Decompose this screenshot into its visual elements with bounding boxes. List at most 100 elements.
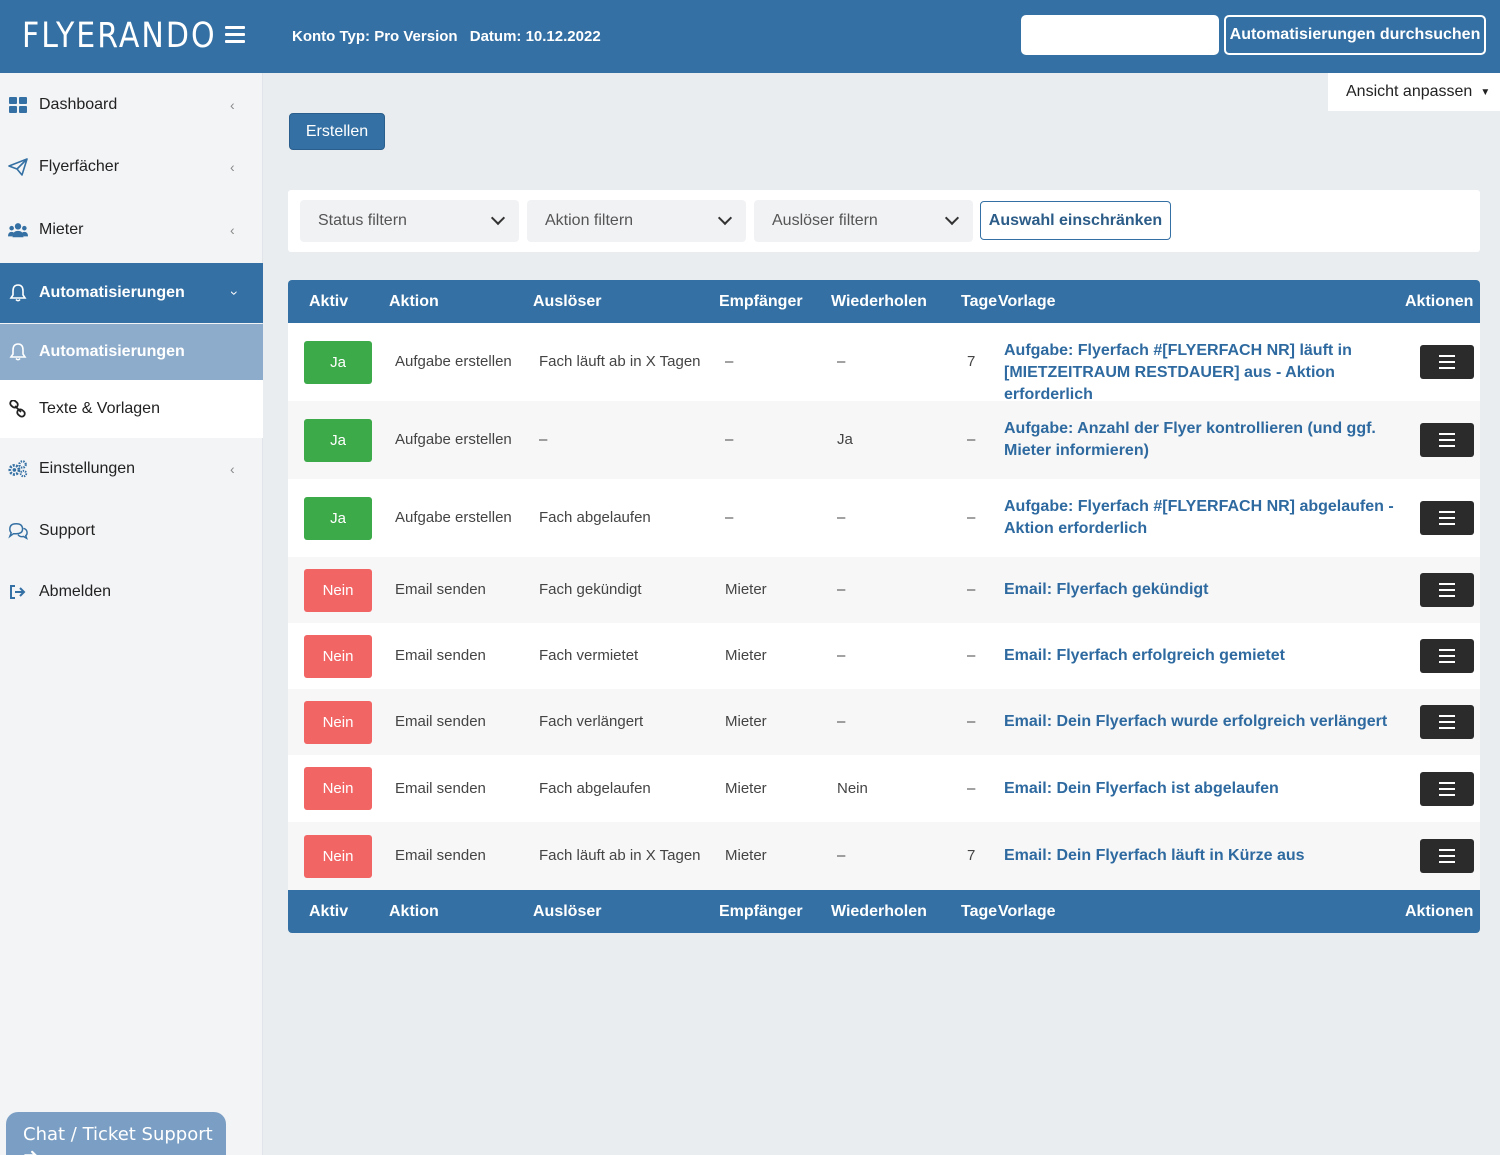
action-cell: Email senden bbox=[395, 647, 486, 664]
table-row: Ja Aufgabe erstellen Fach abgelaufen – – – Auf… bbox=[288, 479, 1480, 557]
table-header: Aktiv Aktion Auslöser Empfänger Wiederho… bbox=[288, 280, 1480, 323]
active-badge[interactable]: Nein bbox=[304, 834, 372, 878]
chevron-left-icon: ‹ bbox=[230, 159, 235, 175]
table-row: Ja Aufgabe erstellen – – Ja – Aufgabe: Anzahl … bbox=[288, 401, 1480, 479]
template-link[interactable]: Email: Dein Flyerfach läuft in Kürze aus bbox=[1004, 845, 1394, 867]
logo[interactable]: FLYERANDO bbox=[22, 16, 217, 56]
days-cell: – bbox=[967, 779, 976, 797]
template-link[interactable]: Email: Dein Flyerfach wurde erfolgreich … bbox=[1004, 711, 1394, 733]
active-badge[interactable]: Nein bbox=[304, 767, 372, 810]
sidebar-subitem-automatisierungen[interactable]: Automatisierungen bbox=[0, 324, 263, 380]
chevron-left-icon: ‹ bbox=[230, 222, 235, 238]
row-actions-menu-icon[interactable] bbox=[1420, 345, 1474, 379]
sidebar-item-label: Mieter bbox=[39, 221, 84, 238]
active-badge[interactable]: Nein bbox=[304, 700, 372, 744]
caret-down-icon: ▼ bbox=[1480, 86, 1491, 98]
sidebar-item-flyerfaecher[interactable]: Flyerfächer ‹ bbox=[0, 137, 263, 197]
template-link[interactable]: Email: Flyerfach erfolgreich gemietet bbox=[1004, 645, 1394, 667]
column-header[interactable]: Vorlage bbox=[998, 293, 1056, 311]
sidebar-item-label: Flyerfächer bbox=[39, 158, 120, 175]
column-header[interactable]: Aktion bbox=[389, 293, 439, 311]
row-actions-menu-icon[interactable] bbox=[1420, 423, 1474, 457]
search-input[interactable] bbox=[1021, 15, 1219, 55]
trigger-cell: Fach abgelaufen bbox=[539, 509, 651, 526]
table-row: Nein Email senden Fach läuft ab in X Tagen… bbox=[288, 822, 1480, 890]
table-row: Nein Email senden Fach abgelaufen Mieter Nei… bbox=[288, 755, 1480, 822]
sidebar-item-label: Dashboard bbox=[39, 96, 118, 113]
recipient-cell: – bbox=[725, 509, 734, 526]
table-row: Nein Email senden Fach vermietet Mieter – – Em… bbox=[288, 623, 1480, 689]
column-header[interactable]: Wiederholen bbox=[831, 293, 927, 311]
chevron-left-icon: ‹ bbox=[230, 97, 235, 113]
chevron-down-icon bbox=[490, 210, 506, 226]
search-button[interactable]: Automatisierungen durchsuchen bbox=[1224, 15, 1486, 55]
template-link[interactable]: Email: Dein Flyerfach ist abgelaufen bbox=[1004, 778, 1394, 800]
repeat-cell: Ja bbox=[837, 431, 853, 448]
sidebar-item-einstellungen[interactable]: Einstellungen ‹ bbox=[0, 439, 263, 499]
days-cell: – bbox=[967, 431, 976, 448]
table-row: Nein Email senden Fach verlängert Mieter – – E… bbox=[288, 689, 1480, 755]
column-footer: Empfänger bbox=[719, 903, 803, 920]
chevron-down-icon: ‹ bbox=[224, 290, 241, 296]
column-header[interactable]: Empfänger bbox=[719, 293, 803, 311]
view-adjust-dropdown[interactable]: Ansicht anpassen ▼ bbox=[1328, 73, 1500, 111]
link-icon bbox=[8, 399, 28, 419]
filter-panel: Status filtern Aktion filtern Auslöser f… bbox=[288, 190, 1480, 252]
column-footer: Aktion bbox=[389, 903, 439, 920]
chat-ticket-support-button[interactable]: Chat / Ticket Support ➜ bbox=[6, 1112, 226, 1155]
repeat-cell: – bbox=[837, 509, 846, 526]
sidebar-subitem-texte-vorlagen[interactable]: Texte & Vorlagen bbox=[0, 380, 263, 438]
template-link[interactable]: Aufgabe: Flyerfach #[FLYERFACH NR] abgel… bbox=[1004, 496, 1394, 540]
row-actions-menu-icon[interactable] bbox=[1420, 771, 1474, 806]
action-filter-select[interactable]: Aktion filtern bbox=[527, 200, 746, 242]
column-footer: Aktionen bbox=[1405, 903, 1474, 920]
recipient-cell: Mieter bbox=[725, 713, 767, 730]
action-cell: Aufgabe erstellen bbox=[395, 431, 512, 448]
repeat-cell: – bbox=[837, 713, 846, 730]
template-link[interactable]: Aufgabe: Anzahl der Flyer kontrollieren … bbox=[1004, 418, 1394, 462]
column-footer: Tage bbox=[961, 903, 998, 920]
active-badge[interactable]: Nein bbox=[304, 634, 372, 678]
dashboard-icon bbox=[8, 95, 28, 115]
days-cell: 7 bbox=[967, 847, 976, 864]
hamburger-menu-icon[interactable] bbox=[225, 26, 245, 44]
template-link[interactable]: Email: Flyerfach gekündigt bbox=[1004, 579, 1394, 601]
create-button[interactable]: Erstellen bbox=[289, 113, 385, 150]
account-type: Konto Typ: Pro Version bbox=[292, 28, 458, 45]
chevron-down-icon bbox=[717, 210, 733, 226]
recipient-cell: Mieter bbox=[725, 779, 767, 797]
repeat-cell: – bbox=[837, 353, 846, 370]
chevron-left-icon: ‹ bbox=[230, 461, 235, 477]
sidebar-item-support[interactable]: Support bbox=[0, 501, 263, 561]
active-badge[interactable]: Ja bbox=[304, 418, 372, 462]
row-actions-menu-icon[interactable] bbox=[1420, 501, 1474, 535]
row-actions-menu-icon[interactable] bbox=[1420, 705, 1474, 739]
sidebar: Dashboard ‹ Flyerfächer ‹ Mieter ‹ Autom… bbox=[0, 73, 263, 1155]
account-info: Konto Typ: Pro Version Datum: 10.12.2022 bbox=[292, 28, 609, 45]
active-badge[interactable]: Ja bbox=[304, 496, 372, 540]
sidebar-item-dashboard[interactable]: Dashboard ‹ bbox=[0, 75, 263, 135]
sidebar-item-label: Abmelden bbox=[39, 583, 112, 600]
active-badge[interactable]: Ja bbox=[304, 340, 372, 384]
column-header[interactable]: Aktiv bbox=[309, 293, 348, 311]
row-actions-menu-icon[interactable] bbox=[1420, 839, 1474, 873]
trigger-filter-select[interactable]: Auslöser filtern bbox=[754, 200, 973, 242]
action-cell: Email senden bbox=[395, 581, 486, 598]
column-header[interactable]: Auslöser bbox=[533, 293, 601, 311]
users-icon bbox=[8, 220, 28, 240]
restrict-selection-button[interactable]: Auswahl einschränken bbox=[980, 201, 1171, 240]
sidebar-item-abmelden[interactable]: Abmelden bbox=[0, 562, 263, 622]
row-actions-menu-icon[interactable] bbox=[1420, 573, 1474, 607]
days-cell: – bbox=[967, 713, 976, 730]
column-header[interactable]: Tage bbox=[961, 293, 997, 311]
row-actions-menu-icon[interactable] bbox=[1420, 639, 1474, 673]
column-header[interactable]: Aktionen bbox=[1405, 293, 1473, 311]
active-badge[interactable]: Nein bbox=[304, 568, 372, 612]
sidebar-item-label: Automatisierungen bbox=[39, 343, 185, 360]
repeat-cell: – bbox=[837, 647, 846, 664]
sidebar-item-mieter[interactable]: Mieter ‹ bbox=[0, 200, 263, 260]
status-filter-select[interactable]: Status filtern bbox=[300, 200, 519, 242]
sidebar-item-label: Texte & Vorlagen bbox=[39, 400, 160, 417]
sidebar-item-automatisierungen[interactable]: Automatisierungen ‹ bbox=[0, 263, 263, 323]
template-link[interactable]: Aufgabe: Flyerfach #[FLYERFACH NR] läuft… bbox=[1004, 340, 1394, 406]
